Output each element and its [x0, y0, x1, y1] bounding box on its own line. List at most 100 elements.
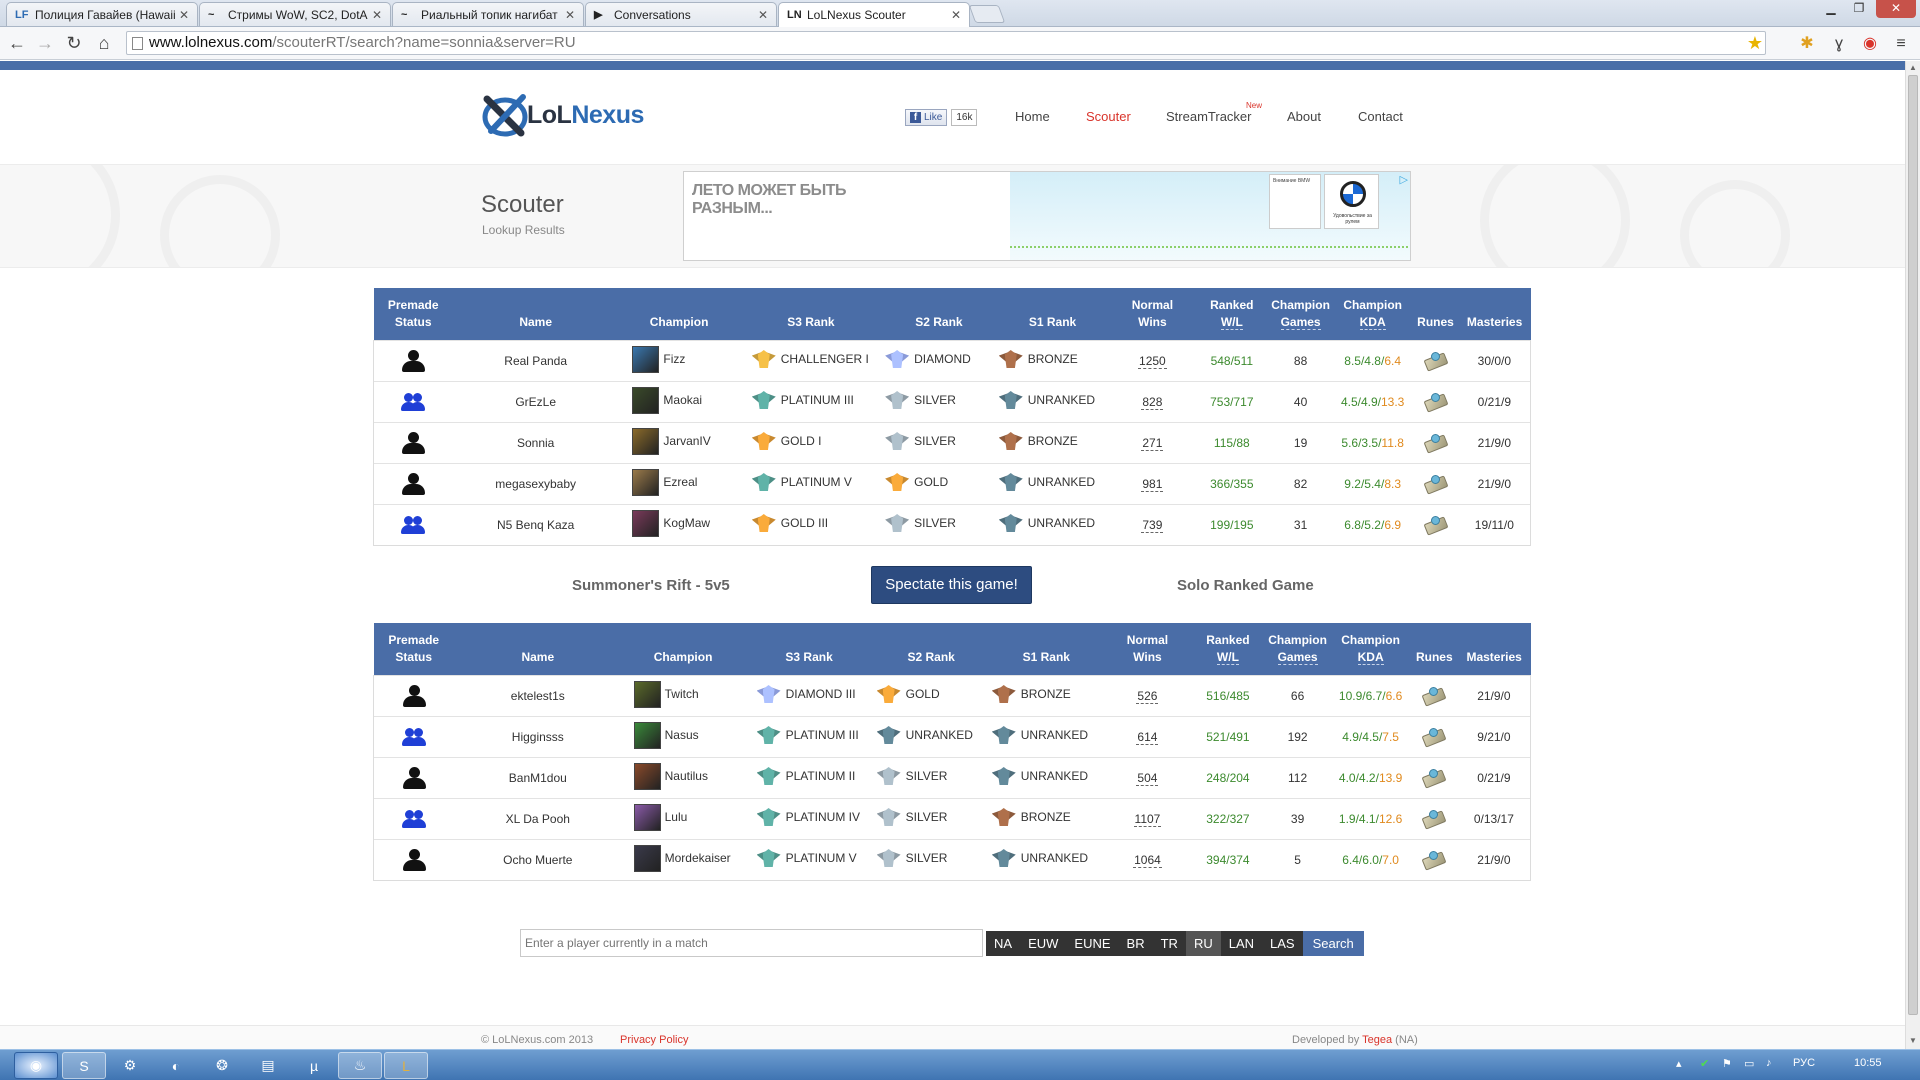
- close-window-icon[interactable]: ✕: [1876, 0, 1916, 18]
- player-name[interactable]: GrEzLe: [452, 380, 619, 422]
- chrome-taskbar-icon[interactable]: ◉: [14, 1052, 58, 1079]
- extension-puzzle-icon[interactable]: ✱: [1797, 34, 1817, 54]
- league-taskbar-icon[interactable]: L: [384, 1052, 428, 1079]
- runes-cell[interactable]: [1410, 715, 1458, 757]
- file-taskbar-icon[interactable]: ▤: [246, 1052, 290, 1079]
- nav-about[interactable]: About: [1287, 109, 1321, 124]
- advertisement-banner[interactable]: ЛЕТО МОЖЕТ БЫТЬ РАЗНЫМ... Внимание BMW У…: [683, 171, 1411, 261]
- utorrent-taskbar-icon[interactable]: µ: [292, 1052, 336, 1079]
- runes-cell[interactable]: [1412, 503, 1459, 546]
- runes-cell[interactable]: [1412, 339, 1459, 381]
- runes-cell[interactable]: [1412, 421, 1459, 463]
- tray-volume-icon[interactable]: ♪: [1766, 1057, 1772, 1069]
- developer-link[interactable]: Tegea: [1362, 1034, 1392, 1046]
- runes-cell[interactable]: [1410, 756, 1458, 798]
- nav-scouter[interactable]: Scouter: [1086, 109, 1131, 124]
- forward-icon[interactable]: →: [33, 32, 57, 54]
- search-button[interactable]: Search: [1302, 931, 1364, 956]
- normal-wins[interactable]: 981: [1109, 462, 1196, 504]
- server-option-ru[interactable]: RU: [1185, 931, 1221, 956]
- nav-home[interactable]: Home: [1015, 109, 1050, 124]
- normal-wins[interactable]: 1250: [1109, 339, 1196, 381]
- normal-wins[interactable]: 526: [1103, 674, 1192, 716]
- normal-wins[interactable]: 739: [1109, 503, 1196, 546]
- runes-icon[interactable]: [1421, 767, 1447, 789]
- player-name[interactable]: Higginsss: [453, 715, 622, 757]
- steam-taskbar-icon[interactable]: ⚙: [108, 1052, 152, 1079]
- extension-tool-icon[interactable]: ɣ: [1829, 34, 1849, 54]
- normal-wins[interactable]: 614: [1103, 715, 1192, 757]
- address-bar[interactable]: www.lolnexus.com/scouterRT/search?name=s…: [126, 31, 1766, 55]
- player-name[interactable]: Sonnia: [452, 421, 619, 463]
- tray-arrow-icon[interactable]: ▴: [1676, 1057, 1682, 1070]
- nav-streamtracker[interactable]: StreamTracker: [1166, 109, 1251, 124]
- runes-icon[interactable]: [1423, 514, 1449, 536]
- bookmark-star-icon[interactable]: ★: [1747, 32, 1763, 54]
- spectate-button[interactable]: Spectate this game!: [871, 566, 1032, 604]
- teamspeak-taskbar-icon[interactable]: ◐: [154, 1052, 198, 1079]
- scrollbar-thumb[interactable]: [1908, 75, 1918, 1015]
- runes-icon[interactable]: [1423, 391, 1449, 413]
- runes-cell[interactable]: [1410, 838, 1458, 881]
- player-name[interactable]: N5 Benq Kaza: [452, 503, 619, 546]
- normal-wins[interactable]: 504: [1103, 756, 1192, 798]
- tab-close-icon[interactable]: ✕: [372, 8, 382, 22]
- runes-icon[interactable]: [1421, 808, 1447, 830]
- privacy-policy-link[interactable]: Privacy Policy: [620, 1034, 688, 1046]
- runes-icon[interactable]: [1423, 432, 1449, 454]
- browser-tab[interactable]: LF Полиция Гавайев (Hawaii ✕: [6, 2, 198, 26]
- runes-icon[interactable]: [1423, 350, 1449, 372]
- site-logo[interactable]: LoLNexus: [481, 92, 644, 138]
- tab-close-icon[interactable]: ✕: [565, 8, 575, 22]
- minimize-icon[interactable]: ▁: [1818, 0, 1844, 18]
- server-option-tr[interactable]: TR: [1153, 931, 1186, 956]
- runes-icon[interactable]: [1421, 726, 1447, 748]
- back-icon[interactable]: ←: [5, 32, 29, 54]
- player-name[interactable]: Real Panda: [452, 339, 619, 381]
- server-option-br[interactable]: BR: [1119, 931, 1153, 956]
- browser-tab[interactable]: LN LoLNexus Scouter ✕: [778, 2, 970, 27]
- tray-flag-icon[interactable]: ⚑: [1722, 1057, 1732, 1070]
- player-name[interactable]: ektelest1s: [453, 674, 622, 716]
- player-search-input[interactable]: [520, 929, 983, 957]
- server-option-euw[interactable]: EUW: [1020, 931, 1066, 956]
- tab-close-icon[interactable]: ✕: [179, 8, 189, 22]
- tab-close-icon[interactable]: ✕: [951, 8, 961, 22]
- scroll-up-icon[interactable]: ▲: [1909, 63, 1917, 72]
- restore-icon[interactable]: ❐: [1846, 0, 1872, 18]
- runes-icon[interactable]: [1421, 685, 1447, 707]
- normal-wins[interactable]: 828: [1109, 380, 1196, 422]
- steam-window-taskbar-icon[interactable]: ♨: [338, 1052, 382, 1079]
- server-option-na[interactable]: NA: [986, 931, 1020, 956]
- runes-cell[interactable]: [1412, 462, 1459, 504]
- extension-badge-icon[interactable]: ◉: [1860, 34, 1880, 54]
- app-taskbar-icon[interactable]: ❂: [200, 1052, 244, 1079]
- menu-icon[interactable]: ≡: [1891, 34, 1911, 54]
- browser-tab[interactable]: ~ Стримы WoW, SC2, DotA ✕: [199, 2, 391, 26]
- tab-close-icon[interactable]: ✕: [758, 8, 768, 22]
- tray-clock[interactable]: 10:55: [1854, 1057, 1882, 1069]
- home-icon[interactable]: ⌂: [92, 32, 116, 54]
- facebook-like-button[interactable]: f Like: [905, 109, 948, 126]
- player-name[interactable]: BanM1dou: [453, 756, 622, 798]
- runes-cell[interactable]: [1410, 674, 1458, 716]
- normal-wins[interactable]: 271: [1109, 421, 1196, 463]
- normal-wins[interactable]: 1107: [1103, 797, 1192, 839]
- skype-taskbar-icon[interactable]: S: [62, 1052, 106, 1079]
- new-tab-button[interactable]: [968, 5, 1006, 23]
- reload-icon[interactable]: ↻: [62, 32, 86, 54]
- runes-icon[interactable]: [1421, 849, 1447, 871]
- tray-language[interactable]: РУС: [1793, 1057, 1815, 1069]
- scroll-down-icon[interactable]: ▼: [1909, 1036, 1917, 1045]
- adchoices-icon[interactable]: ▷: [1400, 173, 1408, 186]
- server-option-eune[interactable]: EUNE: [1066, 931, 1118, 956]
- runes-cell[interactable]: [1410, 797, 1458, 839]
- page-scrollbar[interactable]: ▲ ▼: [1905, 61, 1920, 1049]
- runes-icon[interactable]: [1423, 473, 1449, 495]
- runes-cell[interactable]: [1412, 380, 1459, 422]
- player-name[interactable]: XL Da Pooh: [453, 797, 622, 839]
- browser-tab[interactable]: ▶ Conversations ✕: [585, 2, 777, 26]
- tray-monitor-icon[interactable]: ▭: [1744, 1057, 1754, 1070]
- player-name[interactable]: Ocho Muerte: [453, 838, 622, 881]
- nav-contact[interactable]: Contact: [1358, 109, 1403, 124]
